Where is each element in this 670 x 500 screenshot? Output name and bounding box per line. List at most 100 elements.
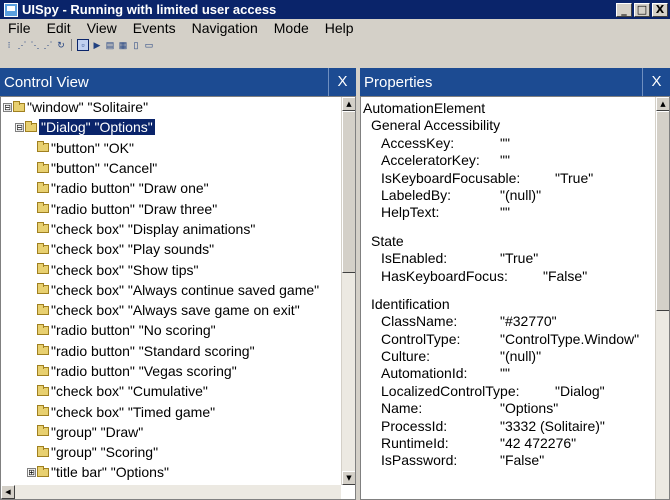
focus-icon[interactable]: ⋰ xyxy=(43,40,53,50)
property-section-header: General Accessibility xyxy=(371,117,501,134)
property-value: "#32770" xyxy=(500,313,557,330)
folder-icon xyxy=(25,120,37,132)
menu-events[interactable]: Events xyxy=(125,20,184,36)
toolbar: ⁝ ⋰ ⋱ ⋰ ↻ ▫ ▶ ▤ ▦ ▯ ▭ xyxy=(0,37,670,53)
property-value: "(null)" xyxy=(500,186,542,203)
folder-icon xyxy=(37,445,49,457)
tree-item[interactable]: "group" "Draw" xyxy=(1,422,341,442)
tree-item[interactable]: ⊟ "Dialog" "Options" xyxy=(1,117,341,137)
tree-item-label: "check box" "Cumulative" xyxy=(51,383,208,400)
tree-item[interactable]: "button" "OK" xyxy=(1,138,341,158)
control-tree[interactable]: ⊟ "window" "Solitaire" ⊟ "Dialog" "Options"… xyxy=(1,97,341,485)
folder-icon xyxy=(37,384,49,396)
highlight-icon[interactable]: ▫ xyxy=(77,39,89,51)
scroll-up-arrow-icon[interactable]: ▲ xyxy=(656,97,669,111)
screenshot-icon[interactable]: ▦ xyxy=(118,40,128,50)
menu-mode[interactable]: Mode xyxy=(266,20,317,36)
properties-close-button[interactable]: X xyxy=(642,68,670,96)
scroll-left-arrow-icon[interactable]: ◀ xyxy=(1,485,15,499)
minimize-button[interactable]: _ xyxy=(616,2,632,17)
control-view-pane: Control View X ⊟ "window" "Solitaire" ⊟ "Di… xyxy=(0,68,356,500)
app-icon xyxy=(4,2,18,17)
property-value: "42 472276" xyxy=(500,435,577,452)
pointer-icon[interactable]: ⁝ xyxy=(4,40,14,50)
folder-icon xyxy=(37,405,49,417)
tree-item[interactable]: "check box" "Display animations" xyxy=(1,219,341,239)
property-row: RuntimeId: "42 472276" xyxy=(363,435,655,452)
tree-item[interactable]: "group" "Scoring" xyxy=(1,442,341,462)
close-button[interactable]: X xyxy=(652,2,668,17)
tree-item-label: "check box" "Play sounds" xyxy=(51,241,215,258)
tree-item[interactable]: "radio button" "Draw one" xyxy=(1,178,341,198)
scroll-down-arrow-icon[interactable]: ▼ xyxy=(342,471,355,485)
tree-item-label: "title bar" "Options" xyxy=(51,464,169,481)
scrollbar-thumb[interactable] xyxy=(342,111,355,273)
tree-item[interactable]: ⊞ "title bar" "Options" xyxy=(1,462,341,482)
control-view-header: Control View X xyxy=(0,68,356,96)
tree-item[interactable]: "radio button" "Draw three" xyxy=(1,198,341,218)
menu-navigation[interactable]: Navigation xyxy=(184,20,266,36)
property-row: LabeledBy: "(null)" xyxy=(363,187,655,204)
property-key: LabeledBy: xyxy=(381,186,452,203)
play-icon[interactable]: ▶ xyxy=(92,40,102,50)
property-row: AutomationId: "" xyxy=(363,365,655,382)
properties-list: AutomationElement General Accessibility Ac… xyxy=(363,100,655,470)
menu-edit[interactable]: Edit xyxy=(39,20,79,36)
property-root: AutomationElement xyxy=(363,100,486,116)
property-row: ClassName: "#32770" xyxy=(363,313,655,330)
title-bar[interactable]: UISpy - Running with limited user access… xyxy=(0,0,670,19)
tree-item[interactable]: "check box" "Always save game on exit" xyxy=(1,300,341,320)
tree-item[interactable]: "radio button" "Vegas scoring" xyxy=(1,361,341,381)
property-value: "" xyxy=(500,134,510,151)
maximize-button[interactable]: □ xyxy=(634,2,650,17)
tree-item[interactable]: "button" "Cancel" xyxy=(1,158,341,178)
collapse-icon[interactable]: ⊟ xyxy=(3,102,12,112)
properties-title: Properties xyxy=(364,73,433,91)
tree-item[interactable]: "check box" "Cumulative" xyxy=(1,381,341,401)
tree-item[interactable]: "radio button" "Standard scoring" xyxy=(1,341,341,361)
tree-item[interactable]: "check box" "Always continue saved game" xyxy=(1,280,341,300)
property-key: HelpText: xyxy=(381,204,440,221)
property-value: "ControlType.Window" xyxy=(500,330,640,347)
property-row: IsEnabled: "True" xyxy=(363,250,655,267)
tree-item[interactable]: "check box" "Timed game" xyxy=(1,401,341,421)
tree-item-label: "group" "Scoring" xyxy=(51,444,159,461)
control-view-close-button[interactable]: X xyxy=(328,68,356,96)
window-icon[interactable]: ▭ xyxy=(144,40,154,50)
scrollbar-thumb[interactable] xyxy=(656,111,669,311)
control-view-horizontal-scrollbar[interactable]: ◀ xyxy=(1,485,341,499)
properties-vertical-scrollbar[interactable]: ▲ xyxy=(655,97,669,499)
folder-icon xyxy=(37,141,49,153)
control-view-vertical-scrollbar[interactable]: ▲ ▼ xyxy=(341,97,355,485)
property-key: ClassName: xyxy=(381,313,458,330)
tree-item-label: "button" "OK" xyxy=(51,139,134,156)
menu-view[interactable]: View xyxy=(79,20,125,36)
folder-icon xyxy=(37,263,49,275)
collapse-icon[interactable]: ⊟ xyxy=(15,122,24,132)
expand-icon[interactable]: ⊞ xyxy=(27,467,36,477)
tree-icon[interactable]: ⋰ xyxy=(17,40,27,50)
folder-icon xyxy=(37,323,49,335)
tree-item[interactable]: "check box" "Show tips" xyxy=(1,259,341,279)
tree-item[interactable]: ⊟ "window" "Solitaire" xyxy=(1,97,341,117)
folder-icon xyxy=(13,100,25,112)
tree-walk-icon[interactable]: ⋱ xyxy=(30,40,40,50)
tree-item-label: "check box" "Always save game on exit" xyxy=(51,302,300,319)
tree-item[interactable]: "check box" "Play sounds" xyxy=(1,239,341,259)
menu-file[interactable]: File xyxy=(0,20,39,36)
folder-icon xyxy=(37,344,49,356)
property-key: Culture: xyxy=(381,348,431,365)
tree-item[interactable]: "radio button" "No scoring" xyxy=(1,320,341,340)
property-key: RuntimeId: xyxy=(381,435,449,452)
menu-help[interactable]: Help xyxy=(317,20,362,36)
property-row: Culture: "(null)" xyxy=(363,348,655,365)
folder-icon xyxy=(37,161,49,173)
tree-item-label: "check box" "Always continue saved game" xyxy=(51,281,320,298)
property-key: IsPassword: xyxy=(381,452,458,469)
folder-icon xyxy=(37,364,49,376)
scroll-up-arrow-icon[interactable]: ▲ xyxy=(342,97,355,111)
record-icon[interactable]: ▤ xyxy=(105,40,115,50)
refresh-icon[interactable]: ↻ xyxy=(56,40,66,50)
copy-icon[interactable]: ▯ xyxy=(131,40,141,50)
